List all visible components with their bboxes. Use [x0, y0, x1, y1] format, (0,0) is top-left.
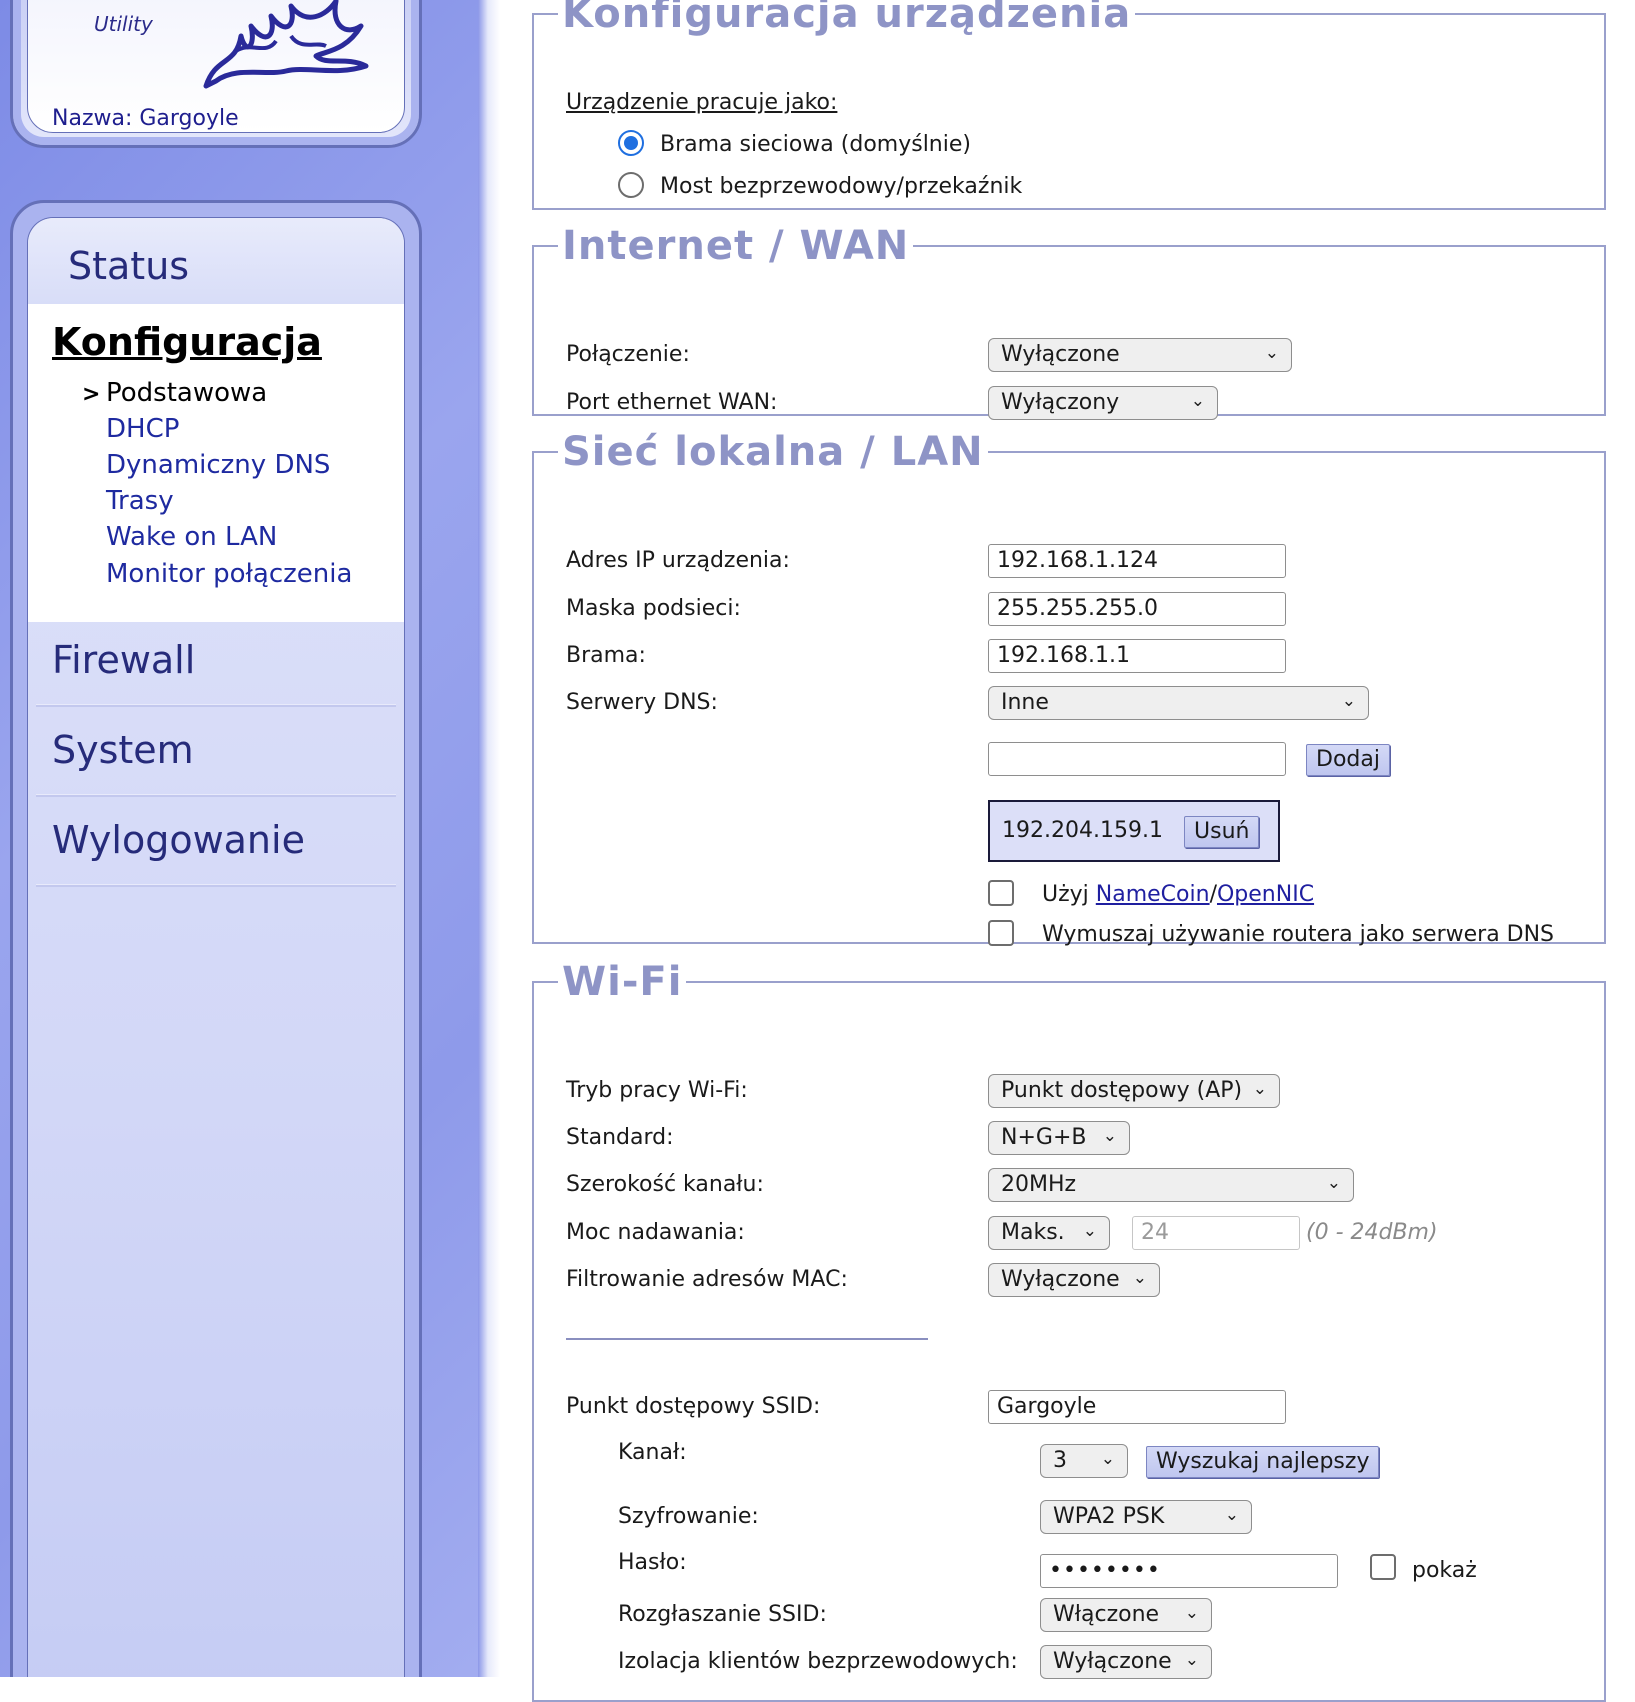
remove-dns-button[interactable]: Usuń	[1184, 816, 1260, 848]
chevron-down-icon: ⌄	[1224, 1505, 1239, 1525]
submenu-routes[interactable]: Trasy	[106, 486, 174, 516]
section-title: Sieć lokalna / LAN	[562, 429, 984, 475]
section-title: Wi-Fi	[562, 959, 683, 1005]
force-dns-checkbox[interactable]	[988, 920, 1014, 946]
wifi-section: Wi-Fi Tryb pracy Wi-Fi: Punkt dostępowy …	[532, 962, 1606, 1702]
chevron-down-icon: ⌄	[1326, 1173, 1341, 1193]
standard-label: Standard:	[566, 1125, 674, 1150]
menu-item-system[interactable]: System	[52, 728, 194, 772]
opennic-link[interactable]: OpenNIC	[1217, 882, 1314, 907]
menu-divider	[36, 704, 396, 707]
client-isolation-label: Izolacja klientów bezprzewodowych:	[618, 1649, 1018, 1674]
force-dns-label: Wymuszaj używanie routera jako serwera D…	[1042, 922, 1555, 947]
lan-section: Sieć lokalna / LAN Adres IP urządzenia: …	[532, 429, 1606, 947]
radio-bridge[interactable]	[618, 172, 644, 198]
ip-label: Adres IP urządzenia:	[566, 548, 790, 573]
dns-label: Serwery DNS:	[566, 690, 718, 715]
chevron-down-icon: ⌄	[1341, 691, 1356, 711]
channel-width-label: Szerokość kanału:	[566, 1172, 764, 1197]
mac-filter-select[interactable]: Wyłączone ⌄	[988, 1263, 1160, 1297]
wifi-mode-label: Tryb pracy Wi-Fi:	[566, 1078, 748, 1103]
wan-port-label: Port ethernet WAN:	[566, 390, 778, 415]
dns-list: 192.204.159.1 Usuń	[988, 800, 1280, 862]
main-menu: Status Konfiguracja > Podstawowa DHCP Dy…	[10, 200, 422, 1677]
chevron-down-icon: ⌄	[1132, 1268, 1147, 1288]
mask-label: Maska podsieci:	[566, 596, 741, 621]
mac-filter-label: Filtrowanie adresów MAC:	[566, 1267, 848, 1292]
chevron-down-icon: ⌄	[1100, 1449, 1115, 1469]
password-label: Hasło:	[618, 1550, 687, 1575]
wan-port-select[interactable]: Wyłączony ⌄	[988, 386, 1218, 420]
ssid-broadcast-label: Rozgłaszanie SSID:	[618, 1602, 827, 1627]
namecoin-label: Użyj NameCoin/OpenNIC	[1042, 882, 1315, 907]
chevron-down-icon: ⌄	[1252, 1079, 1267, 1099]
radio-gateway-label: Brama sieciowa (domyślnie)	[660, 132, 971, 157]
add-dns-button[interactable]: Dodaj	[1306, 744, 1390, 776]
submenu-podstawowa[interactable]: Podstawowa	[106, 378, 267, 408]
mask-input[interactable]: 255.255.255.0	[988, 592, 1286, 626]
device-mode-label: Urządzenie pracuje jako:	[566, 90, 838, 115]
wan-section: Internet / WAN Połączenie: Wyłączone ⌄ Po…	[532, 223, 1606, 420]
dns-entry: 192.204.159.1	[1002, 818, 1163, 843]
menu-item-firewall[interactable]: Firewall	[52, 638, 195, 682]
tx-power-select[interactable]: Maks. ⌄	[988, 1216, 1110, 1250]
menu-section-konfiguracja: Konfiguracja > Podstawowa DHCP Dynamiczn…	[28, 304, 404, 622]
encryption-label: Szyfrowanie:	[618, 1504, 759, 1529]
section-title: Konfiguracja urządzenia	[562, 0, 1132, 37]
chevron-down-icon: ⌄	[1184, 1603, 1199, 1623]
client-isolation-select[interactable]: Wyłączone ⌄	[1040, 1645, 1212, 1679]
section-title: Internet / WAN	[562, 223, 910, 269]
chevron-down-icon: ⌄	[1102, 1126, 1117, 1146]
show-password-label: pokaż	[1412, 1558, 1477, 1583]
gateway-input[interactable]: 192.168.1.1	[988, 639, 1286, 673]
submenu-wake-on-lan[interactable]: Wake on LAN	[106, 522, 277, 552]
menu-divider	[36, 884, 396, 887]
gargoyle-logo-icon	[203, 0, 369, 89]
channel-label: Kanał:	[618, 1440, 687, 1465]
chevron-down-icon: ⌄	[1264, 343, 1279, 363]
tx-power-hint: (0 - 24dBm)	[1306, 1220, 1438, 1245]
channel-width-select[interactable]: 20MHz ⌄	[988, 1168, 1354, 1202]
tx-power-label: Moc nadawania:	[566, 1220, 745, 1245]
ip-input[interactable]: 192.168.1.124	[988, 544, 1286, 578]
wifi-mode-select[interactable]: Punkt dostępowy (AP) ⌄	[988, 1074, 1280, 1108]
logo-subtitle: Utility	[94, 12, 153, 36]
current-arrow-icon: >	[82, 382, 101, 407]
menu-item-status[interactable]: Status	[68, 244, 189, 288]
submenu-connection-monitor[interactable]: Monitor połączenia	[106, 559, 352, 589]
submenu-dynamic-dns[interactable]: Dynamiczny DNS	[106, 450, 330, 480]
chevron-down-icon: ⌄	[1190, 391, 1205, 411]
dns-select[interactable]: Inne ⌄	[988, 686, 1369, 720]
ssid-label: Punkt dostępowy SSID:	[566, 1394, 821, 1419]
channel-select[interactable]: 3 ⌄	[1040, 1444, 1128, 1478]
menu-section-title[interactable]: Konfiguracja	[52, 320, 322, 364]
show-password-checkbox[interactable]	[1370, 1554, 1396, 1580]
radio-bridge-label: Most bezprzewodowy/przekaźnik	[660, 174, 1023, 199]
gateway-label: Brama:	[566, 643, 646, 668]
device-config-section: Konfiguracja urządzenia Urządzenie pracu…	[532, 0, 1606, 210]
separator	[566, 1338, 928, 1340]
device-name: Nazwa: Gargoyle	[52, 106, 239, 131]
namecoin-checkbox[interactable]	[988, 880, 1014, 906]
chevron-down-icon: ⌄	[1082, 1221, 1097, 1241]
connection-select[interactable]: Wyłączone ⌄	[988, 338, 1292, 372]
namecoin-link[interactable]: NameCoin	[1096, 882, 1210, 907]
dns-new-input[interactable]	[988, 742, 1286, 776]
menu-item-logout[interactable]: Wylogowanie	[52, 818, 305, 862]
menu-divider	[36, 794, 396, 797]
standard-select[interactable]: N+G+B ⌄	[988, 1121, 1130, 1155]
encryption-select[interactable]: WPA2 PSK ⌄	[1040, 1500, 1252, 1534]
password-input[interactable]: ••••••••	[1040, 1554, 1338, 1588]
submenu-dhcp[interactable]: DHCP	[106, 414, 179, 444]
find-best-channel-button[interactable]: Wyszukaj najlepszy	[1146, 1446, 1380, 1478]
logo-panel: Utility Nazwa: Gargoyle	[10, 0, 422, 148]
ssid-broadcast-select[interactable]: Włączone ⌄	[1040, 1598, 1212, 1632]
connection-label: Połączenie:	[566, 342, 690, 367]
sidebar: Utility Nazwa: Gargoyle Status Konfigura…	[0, 0, 500, 1677]
tx-power-input[interactable]: 24	[1132, 1216, 1300, 1250]
radio-gateway[interactable]	[618, 130, 644, 156]
chevron-down-icon: ⌄	[1184, 1650, 1199, 1670]
ssid-input[interactable]: Gargoyle	[988, 1390, 1286, 1424]
